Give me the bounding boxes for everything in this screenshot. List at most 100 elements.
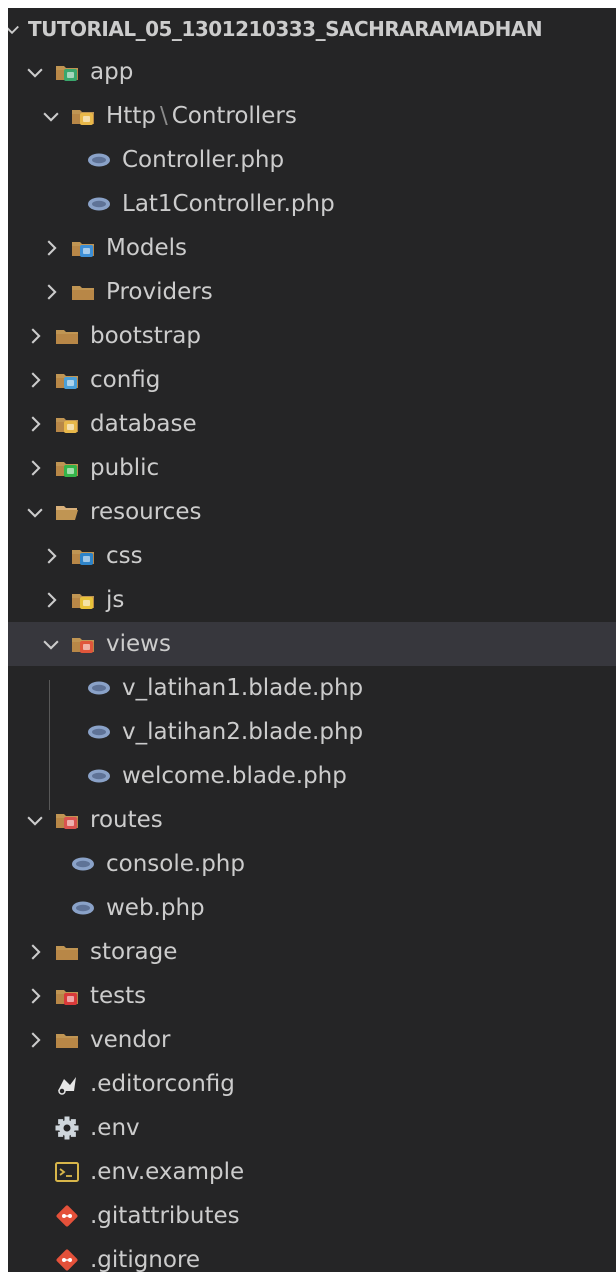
chevron-right-icon[interactable] xyxy=(24,985,46,1007)
tree-folder-public[interactable]: public xyxy=(8,446,616,490)
folder-css-icon xyxy=(72,550,94,565)
tree-item-label: bootstrap xyxy=(90,323,201,349)
tree-file-lat1controller-php[interactable]: Lat1Controller.php xyxy=(8,182,616,226)
folder-icon xyxy=(56,330,78,344)
chevron-down-icon[interactable] xyxy=(40,633,62,655)
tree-item-label: Models xyxy=(106,235,188,261)
chevron-down-icon xyxy=(8,25,19,35)
tree-folder-views[interactable]: views xyxy=(8,622,616,666)
tree-file-gitattributes[interactable]: .gitattributes xyxy=(8,1194,616,1238)
tree-item-label: js xyxy=(106,587,125,613)
chevron-right-icon[interactable] xyxy=(24,941,46,963)
chevron-right-icon[interactable] xyxy=(40,545,62,567)
tree-folder-vendor[interactable]: vendor xyxy=(8,1018,616,1062)
chevron-right-icon[interactable] xyxy=(24,369,46,391)
git-icon xyxy=(56,1205,78,1227)
chevron-down-icon[interactable] xyxy=(40,105,62,127)
chevron-down-icon[interactable] xyxy=(24,61,46,83)
tree-item-label: .editorconfig xyxy=(90,1071,235,1097)
chevron-right-icon[interactable] xyxy=(24,413,46,435)
tree-file-env-example[interactable]: .env.example xyxy=(8,1150,616,1194)
file-explorer: TUTORIAL_05_1301210333_SACHRARAMADHAN ap… xyxy=(8,8,616,1272)
tree-folder-tests[interactable]: tests xyxy=(8,974,616,1018)
folder-controller-icon xyxy=(72,110,94,125)
tree-folder-bootstrap[interactable]: bootstrap xyxy=(8,314,616,358)
workspace-root-header[interactable]: TUTORIAL_05_1301210333_SACHRARAMADHAN xyxy=(8,8,616,50)
php-file-icon xyxy=(72,857,94,871)
tree-item-label: web.php xyxy=(106,895,205,921)
php-file-icon xyxy=(88,725,110,739)
tree-folder-storage[interactable]: storage xyxy=(8,930,616,974)
tree-item-label-compact: Controllers xyxy=(171,103,297,129)
chevron-right-icon[interactable] xyxy=(24,325,46,347)
tree-item-label: resources xyxy=(90,499,202,525)
tree-item-label: Providers xyxy=(106,279,213,305)
tree-file-gitignore[interactable]: .gitignore xyxy=(8,1238,616,1272)
folder-icon xyxy=(72,286,94,300)
folder-app-icon xyxy=(56,66,78,81)
chevron-right-icon[interactable] xyxy=(40,589,62,611)
tree-file-controller-php[interactable]: Controller.php xyxy=(8,138,616,182)
chevron-right-icon[interactable] xyxy=(24,457,46,479)
folder-routes-icon xyxy=(56,814,78,829)
chevron-down-icon[interactable] xyxy=(24,809,46,831)
tree-item-label: .gitignore xyxy=(90,1247,201,1272)
tree-item-label: v_latihan2.blade.php xyxy=(122,719,364,745)
folder-database-icon xyxy=(56,418,78,433)
tree-folder-database[interactable]: database xyxy=(8,402,616,446)
folder-js-icon xyxy=(72,594,94,609)
tree-folder-js[interactable]: js xyxy=(8,578,616,622)
tree-folder-providers[interactable]: Providers xyxy=(8,270,616,314)
folder-open-icon xyxy=(56,506,78,520)
folder-icon xyxy=(56,946,78,960)
indent-guide xyxy=(49,680,50,810)
folder-config-icon xyxy=(56,374,78,389)
tree-item-label: welcome.blade.php xyxy=(122,763,347,789)
chevron-right-icon[interactable] xyxy=(40,281,62,303)
tree-item-label: v_latihan1.blade.php xyxy=(122,675,364,701)
tree-item-label: public xyxy=(90,455,160,481)
tree-item-label: tests xyxy=(90,983,147,1009)
terminal-file-icon xyxy=(55,1162,79,1182)
tree-file-console-php[interactable]: console.php xyxy=(8,842,616,886)
tree-item-label: css xyxy=(106,543,143,569)
chevron-right-icon[interactable] xyxy=(40,237,62,259)
chevron-right-icon[interactable] xyxy=(24,1029,46,1051)
tree-folder-routes[interactable]: routes xyxy=(8,798,616,842)
tree-file-web-php[interactable]: web.php xyxy=(8,886,616,930)
tree-folder-http-controllers[interactable]: Http \ Controllers xyxy=(8,94,616,138)
tree-item-label: routes xyxy=(90,807,163,833)
workspace-root-label: TUTORIAL_05_1301210333_SACHRARAMADHAN xyxy=(28,17,543,41)
tree-folder-resources[interactable]: resources xyxy=(8,490,616,534)
tree-item-label: storage xyxy=(90,939,178,965)
tree-folder-app[interactable]: app xyxy=(8,50,616,94)
folder-models-icon xyxy=(72,242,94,257)
tree-item-label: views xyxy=(106,631,171,657)
tree-item-label: .env xyxy=(90,1115,140,1141)
file-tree: app Http \ Controllers Controller.php Lat1Con… xyxy=(8,50,616,1272)
tree-item-label: .env.example xyxy=(90,1159,245,1185)
tree-item-label: console.php xyxy=(106,851,245,877)
path-separator: \ xyxy=(159,103,168,129)
tree-file-editorconfig[interactable]: .editorconfig xyxy=(8,1062,616,1106)
tree-item-label: app xyxy=(90,59,134,85)
tree-item-label: config xyxy=(90,367,161,393)
tree-item-label: .gitattributes xyxy=(90,1203,240,1229)
tree-folder-css[interactable]: css xyxy=(8,534,616,578)
tree-item-label: Controller.php xyxy=(122,147,285,173)
php-file-icon xyxy=(88,769,110,783)
chevron-down-icon[interactable] xyxy=(24,501,46,523)
tree-item-label: database xyxy=(90,411,197,437)
tree-file-welcome[interactable]: welcome.blade.php xyxy=(8,754,616,798)
tree-file-v-latihan1[interactable]: v_latihan1.blade.php xyxy=(8,666,616,710)
tree-folder-models[interactable]: Models xyxy=(8,226,616,270)
tree-file-env[interactable]: .env xyxy=(8,1106,616,1150)
tree-folder-config[interactable]: config xyxy=(8,358,616,402)
php-file-icon xyxy=(72,901,94,915)
php-file-icon xyxy=(88,197,110,211)
folder-views-icon xyxy=(72,638,94,653)
folder-icon xyxy=(56,1034,78,1048)
tree-file-v-latihan2[interactable]: v_latihan2.blade.php xyxy=(8,710,616,754)
tree-item-label: Lat1Controller.php xyxy=(122,191,335,217)
folder-public-icon xyxy=(56,462,78,477)
